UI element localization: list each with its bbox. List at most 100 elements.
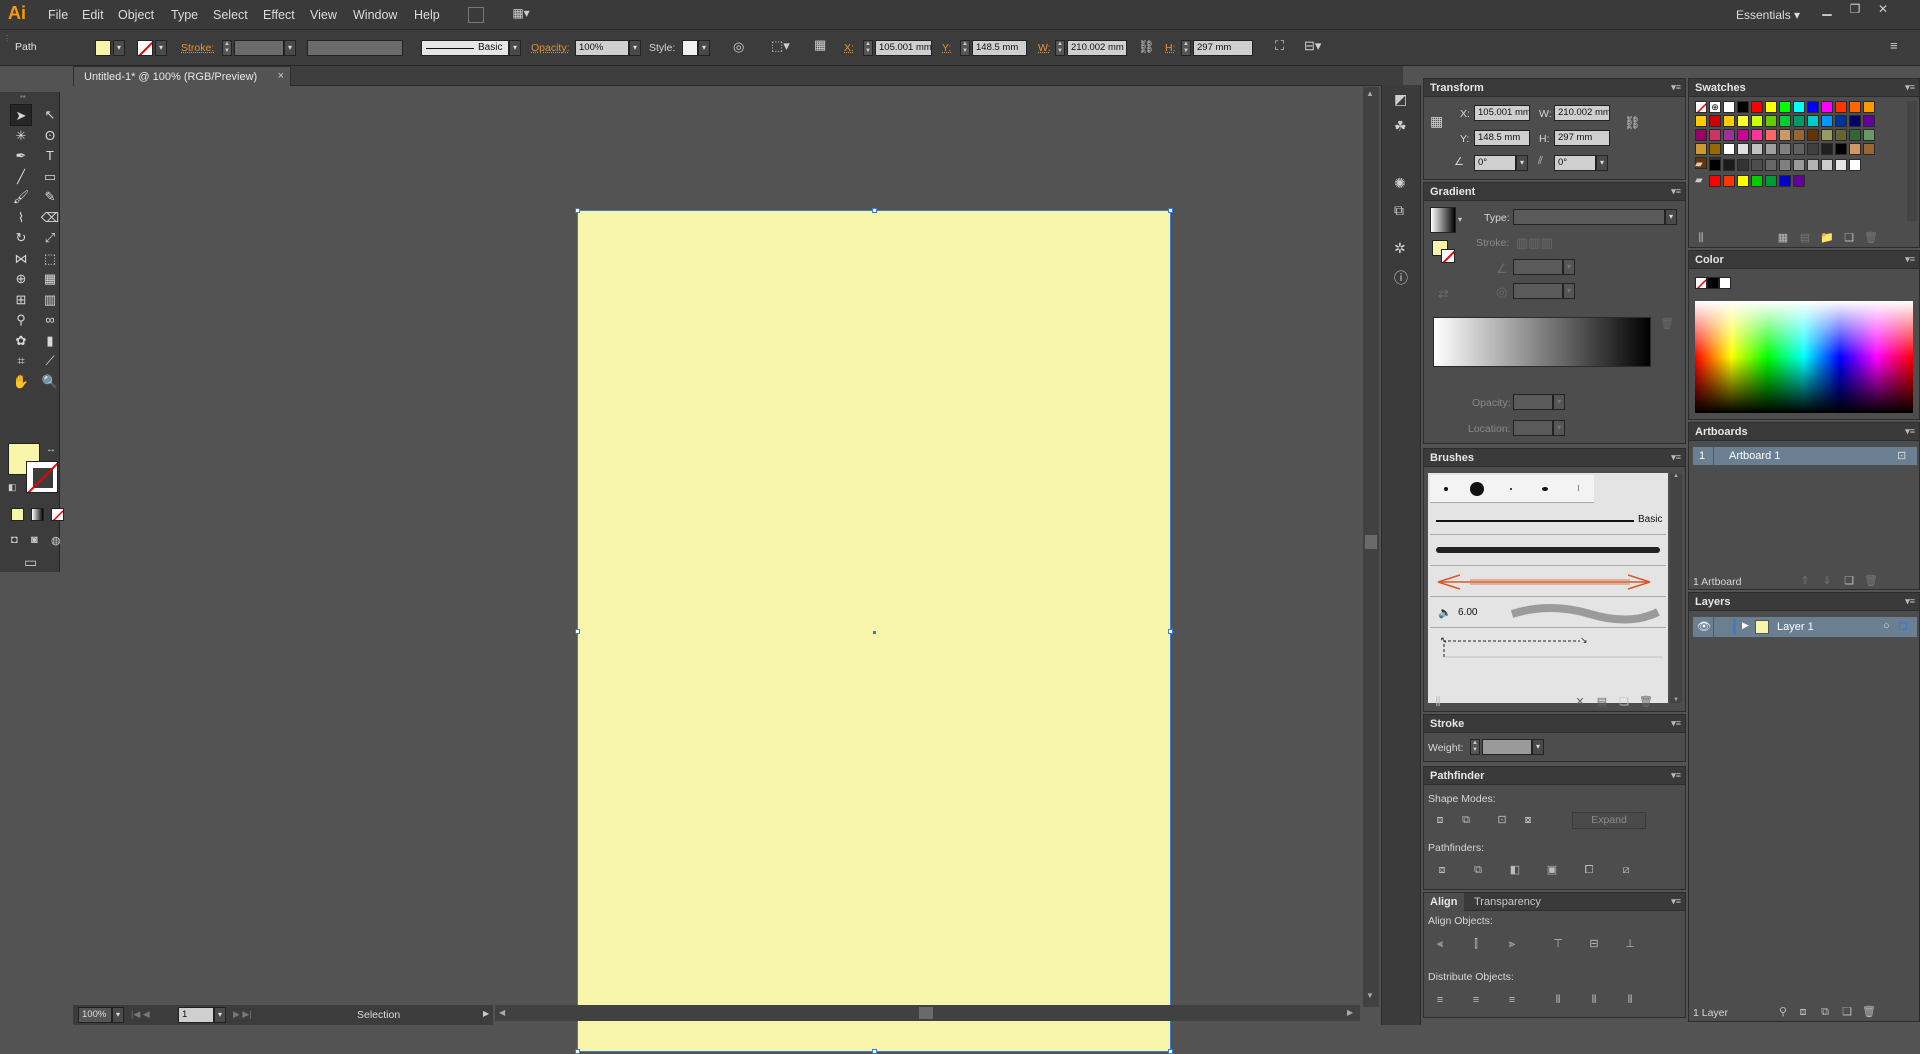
panel-menu-icon[interactable]: ▾≡ [1671,770,1681,781]
new-color-group-icon[interactable]: 📁 [1819,231,1835,245]
stroke-panel-weight-spinner[interactable]: ▲ ▼ [1470,739,1480,755]
handle-top-right[interactable] [1168,208,1173,213]
stroke-panel-weight-dropdown[interactable]: ▾ [1532,739,1544,755]
shear-dropdown[interactable]: ▾ [1596,155,1608,171]
graphic-style-swatch[interactable] [682,40,698,56]
pathfinder-panel-header[interactable]: Pathfinder ▾≡ [1424,767,1685,785]
trim-icon[interactable]: ⧉ [1470,863,1486,877]
bristle-brush-row[interactable]: 🔈 6.00 [1430,598,1666,628]
brush-definition[interactable]: Basic [421,40,509,56]
symbols-panel-icon[interactable]: ⧉ [1394,202,1404,219]
draw-normal-icon[interactable]: ◘ [11,534,18,546]
scroll-up-icon[interactable]: ▲ [1670,473,1682,479]
hand-tool[interactable]: ✋ [10,371,32,393]
graphic-style-dropdown[interactable]: ▾ [698,40,710,56]
swatch-gray[interactable] [1821,159,1833,171]
last-artboard-icon[interactable]: ▶ ▶| [233,1009,252,1020]
swatch-gray[interactable] [1793,159,1805,171]
swatch-color[interactable] [1779,143,1791,155]
swatch-color[interactable] [1709,115,1721,127]
swatch-color[interactable] [1779,101,1791,113]
outline-icon[interactable]: ⧠ [1581,863,1597,877]
swatch-gray[interactable] [1779,159,1791,171]
horizontal-align-center-icon[interactable]: ⫿ [1468,937,1484,951]
stroke-weight-dropdown[interactable]: ▾ [284,40,296,56]
swatch-color[interactable] [1807,143,1819,155]
swatch-color[interactable] [1751,101,1763,113]
arrow-brush-row[interactable] [1430,567,1666,597]
swatch-color[interactable] [1835,143,1847,155]
line-tool[interactable]: ╱ [10,166,32,188]
arrange-documents-icon[interactable]: ▦▾ [508,6,534,22]
stroke-weight-spinner[interactable]: ▲ ▼ [222,40,232,56]
minimize-button[interactable]: ▁ [1816,2,1838,16]
minus-back-icon[interactable]: ⧄ [1618,863,1634,877]
recolor-artwork-icon[interactable]: ◎ [733,39,744,55]
crop-icon[interactable]: ▣ [1544,863,1560,877]
basic-brush-row[interactable]: Basic [1430,505,1666,535]
default-fill-stroke-icon[interactable]: ◧ [8,482,17,493]
transparency-tab[interactable]: Transparency [1474,896,1541,908]
artboard[interactable] [575,208,1173,1054]
vertical-distribute-top-icon[interactable]: ≡ [1432,993,1448,1007]
calligraphic-brush-row[interactable] [1430,475,1594,503]
horizontal-align-left-icon[interactable]: ⫷ [1432,937,1448,951]
swatch-color[interactable] [1695,143,1707,155]
swatch-color[interactable] [1723,101,1735,113]
scroll-down-icon[interactable]: ▼ [1670,697,1682,703]
selection-indicator-icon[interactable] [1899,622,1907,630]
constrain-proportions-icon[interactable]: ⛓ [1138,39,1155,55]
swatch-color[interactable] [1695,115,1707,127]
panel-menu-icon[interactable]: ▾≡ [1671,186,1681,197]
border-brush-row[interactable]: ↖ ↘ [1430,629,1666,659]
color-group-folder-icon[interactable]: ▰ [1695,159,1703,170]
artboard-options-icon[interactable]: ⊡ [1897,449,1906,462]
brush-libraries-icon[interactable]: ⫼ [1430,695,1446,709]
swatch-color[interactable] [1751,115,1763,127]
scale-tool[interactable]: ⤢ [39,227,61,249]
swatch-color[interactable] [1863,129,1875,141]
gradient-opacity-dropdown[interactable]: ▾ [1553,394,1565,410]
y-field[interactable]: 148.5 mm [972,40,1027,56]
swatch-color[interactable] [1779,129,1791,141]
charcoal-brush-row[interactable] [1430,536,1666,566]
unite-icon[interactable]: ⧈ [1432,813,1448,827]
swatches-panel-header[interactable]: Swatches ▾≡ [1689,79,1919,97]
new-artboard-icon[interactable]: ❏ [1841,574,1857,588]
gradient-panel-header[interactable]: Gradient ▾≡ [1424,183,1685,201]
swatch-color[interactable] [1821,115,1833,127]
handle-bottom-right[interactable] [1168,1049,1173,1054]
fill-swatch[interactable] [95,40,111,56]
expand-layer-icon[interactable]: ▶ [1742,620,1749,631]
swatch-color[interactable] [1821,129,1833,141]
status-menu-arrow-icon[interactable]: ▶ [483,1009,489,1018]
swatch-color[interactable] [1765,143,1777,155]
swatch-color[interactable] [1835,129,1847,141]
zoom-dropdown[interactable]: ▾ [112,1007,124,1023]
opacity-field[interactable]: 100% [575,40,629,56]
color-panel-header[interactable]: Color ▾≡ [1689,251,1919,269]
brush-1pt-flat[interactable] [1578,485,1579,491]
gradient-angle-dropdown[interactable]: ▾ [1563,259,1575,275]
handle-top-left[interactable] [575,208,580,213]
gradient-location-field[interactable] [1513,420,1553,436]
swatch-color[interactable] [1807,115,1819,127]
rectangle-tool[interactable]: ▭ [39,166,61,188]
swatch-gray[interactable] [1751,159,1763,171]
swatch-color[interactable] [1709,143,1721,155]
divide-icon[interactable]: ⧈ [1434,863,1450,877]
direct-selection-tool[interactable]: ↖ [39,104,61,126]
pen-tool[interactable]: ✒ [10,145,32,167]
shear-field[interactable]: 0° [1554,155,1596,171]
artboard-number-field[interactable]: 1 [178,1007,214,1023]
panel-menu-icon[interactable]: ▾≡ [1905,254,1915,265]
swatch-color[interactable] [1695,129,1707,141]
stroke-weight-field[interactable] [234,40,284,56]
swatch-color[interactable] [1821,143,1833,155]
swatch-color[interactable] [1751,143,1763,155]
swatch-color[interactable] [1723,143,1735,155]
swatch-gray[interactable] [1835,159,1847,171]
horizontal-scrollbar[interactable]: ◀ ▶ [495,1005,1360,1021]
reference-point-icon[interactable]: ▦ [814,37,826,53]
none-mode-button[interactable] [51,508,64,521]
